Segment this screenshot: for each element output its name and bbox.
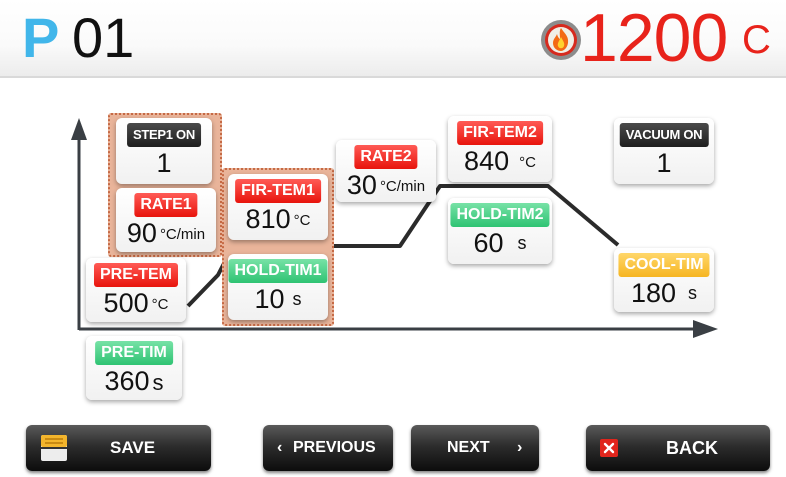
hold-time2-unit: s bbox=[517, 233, 527, 253]
firing-temperature1-label: FIR-TEM1 bbox=[235, 179, 321, 203]
chevron-right-icon: › bbox=[517, 439, 523, 456]
rate1-value: 90 bbox=[126, 218, 157, 248]
pre-time-unit: s bbox=[152, 370, 164, 395]
step1-label: STEP1 ON bbox=[127, 123, 201, 147]
hold-time1-label: HOLD-TIM1 bbox=[228, 259, 328, 283]
step1-toggle-card[interactable]: STEP1 ON 1 bbox=[116, 118, 212, 184]
firing-temperature1-card[interactable]: FIR-TEM1 810 °C bbox=[228, 174, 328, 240]
y-axis-arrow bbox=[71, 118, 87, 140]
cooling-time-label: COOL-TIM bbox=[618, 253, 710, 277]
firing-temperature1-value: 810 bbox=[245, 204, 291, 234]
next-button-label: NEXT bbox=[447, 439, 490, 456]
firing-temperature1-unit: °C bbox=[293, 212, 311, 229]
save-icon bbox=[41, 435, 67, 461]
previous-button-label: PREVIOUS bbox=[293, 439, 376, 456]
cooling-time-card[interactable]: COOL-TIM 180 s bbox=[614, 248, 714, 312]
pre-temperature-value: 500 bbox=[103, 288, 149, 318]
vacuum-value: 1 bbox=[656, 148, 672, 178]
pre-temperature-card[interactable]: PRE-TEM 500 °C bbox=[86, 258, 186, 322]
pre-time-card[interactable]: PRE-TIM 360 s bbox=[86, 336, 182, 400]
back-button-label: BACK bbox=[666, 438, 718, 458]
vacuum-toggle-card[interactable]: VACUUM ON 1 bbox=[614, 118, 714, 184]
rate2-card[interactable]: RATE2 30 °C/min bbox=[336, 140, 436, 202]
firing-temperature2-value: 840 bbox=[464, 146, 510, 176]
hold-time2-card[interactable]: HOLD-TIM2 60 s bbox=[448, 198, 552, 264]
hold-time1-unit: s bbox=[292, 289, 302, 309]
step1-value: 1 bbox=[156, 148, 172, 178]
rate2-unit: °C/min bbox=[379, 178, 426, 195]
cooling-time-value: 180 bbox=[630, 278, 677, 308]
pre-temperature-label: PRE-TEM bbox=[94, 263, 178, 287]
rate1-label: RATE1 bbox=[134, 193, 198, 217]
pre-time-value: 360 bbox=[104, 366, 150, 396]
cooling-time-unit: s bbox=[688, 283, 698, 303]
previous-button[interactable]: ‹ PREVIOUS bbox=[263, 425, 393, 471]
hold-time1-value: 10 bbox=[254, 284, 285, 314]
chevron-left-icon: ‹ bbox=[277, 439, 283, 456]
pre-time-label: PRE-TIM bbox=[95, 341, 173, 365]
hold-time2-label: HOLD-TIM2 bbox=[450, 203, 550, 227]
pre-temperature-unit: °C bbox=[151, 296, 169, 313]
next-button[interactable]: NEXT › bbox=[411, 425, 539, 471]
firing-temperature2-card[interactable]: FIR-TEM2 840 °C bbox=[448, 116, 552, 182]
rate2-value: 30 bbox=[346, 170, 377, 200]
rate2-label: RATE2 bbox=[354, 145, 418, 169]
save-button[interactable]: SAVE bbox=[26, 425, 211, 471]
save-button-label: SAVE bbox=[110, 438, 156, 457]
back-x-icon bbox=[600, 439, 618, 457]
rate1-card[interactable]: RATE1 90 °C/min bbox=[116, 188, 216, 252]
vacuum-label: VACUUM ON bbox=[619, 123, 709, 147]
hold-time1-card[interactable]: HOLD-TIM1 10 s bbox=[228, 254, 328, 320]
back-button[interactable]: BACK bbox=[586, 425, 770, 471]
x-axis-arrow bbox=[693, 320, 718, 338]
rate1-unit: °C/min bbox=[159, 226, 206, 243]
firing-temperature2-label: FIR-TEM2 bbox=[457, 121, 543, 145]
firing-temperature2-unit: °C bbox=[519, 154, 536, 171]
hold-time2-value: 60 bbox=[473, 228, 504, 258]
